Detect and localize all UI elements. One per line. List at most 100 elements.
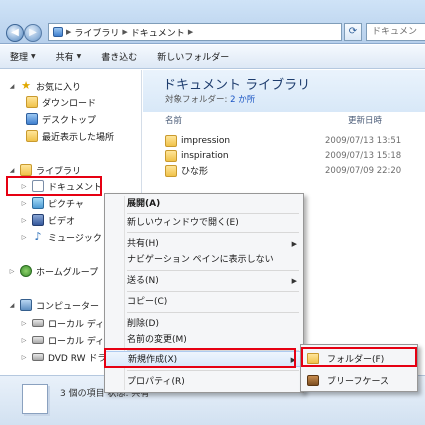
breadcrumb-libraries[interactable]: ライブラリ	[74, 26, 119, 39]
nav-desktop[interactable]: デスクトップ	[26, 111, 96, 127]
menu-send-to[interactable]: 送る(N) ▶	[105, 273, 303, 289]
collapsed-icon: ▷	[9, 267, 15, 275]
menu-share-label: 共有(H)	[127, 239, 159, 249]
collapsed-icon: ▷	[21, 319, 27, 327]
downloads-folder-icon	[26, 96, 38, 108]
menu-new[interactable]: 新規作成(X) ▶	[105, 351, 303, 367]
menu-rename[interactable]: 名前の変更(M)	[105, 332, 303, 348]
library-title: ドキュメント ライブラリ	[163, 78, 311, 93]
submenu-briefcase[interactable]: ブリーフケース	[301, 371, 417, 389]
pictures-icon	[32, 197, 44, 209]
share-button[interactable]: 共有 ▼	[46, 50, 92, 63]
nav-documents[interactable]: ▷ ドキュメント	[20, 178, 102, 194]
nav-pictures[interactable]: ▷ ピクチャ	[20, 195, 84, 211]
drive-icon	[32, 336, 44, 344]
column-header-date[interactable]: 更新日時	[348, 114, 382, 128]
libraries-icon	[20, 164, 32, 176]
back-arrow-icon: ◀	[11, 27, 19, 38]
nav-videos[interactable]: ▷ ビデオ	[20, 212, 75, 228]
nav-favorites[interactable]: ◢ ★ お気に入り	[8, 78, 81, 94]
star-icon: ★	[21, 79, 31, 92]
nav-label: デスクトップ	[42, 115, 97, 126]
nav-label: コンピューター	[36, 301, 100, 312]
nav-label: ダウンロード	[42, 98, 97, 109]
nav-libraries[interactable]: ◢ ライブラリ	[8, 162, 81, 178]
file-name-cell: inspiration	[165, 149, 325, 162]
menu-hide-nav[interactable]: ナビゲーション ペインに表示しない	[105, 252, 303, 268]
title-bar: ◀ ▶ ▶ ライブラリ ▶ ドキュメント ▶ ⟳ ドキュメン	[0, 0, 425, 44]
submenu-briefcase-label: ブリーフケース	[327, 376, 390, 387]
forward-arrow-icon: ▶	[29, 27, 37, 38]
column-header-name[interactable]: 名前	[165, 114, 182, 128]
desktop-icon	[26, 113, 38, 125]
nav-label: ピクチャ	[48, 199, 84, 210]
file-row[interactable]: ひな形 2009/07/09 22:20	[165, 163, 425, 178]
nav-dvd-drive[interactable]: ▷ DVD RW ドライ	[20, 349, 115, 365]
nav-downloads[interactable]: ダウンロード	[26, 94, 96, 110]
menu-open-new-window[interactable]: 新しいウィンドウで開く(E)	[105, 215, 303, 231]
collapsed-icon: ▷	[21, 233, 27, 241]
drive-icon	[32, 319, 44, 327]
menu-separator	[127, 312, 299, 313]
file-date: 2009/07/09 22:20	[325, 165, 402, 176]
nav-music[interactable]: ▷ ♪ ミュージック	[20, 229, 102, 245]
burn-button[interactable]: 書き込む	[91, 50, 147, 63]
new-folder-button[interactable]: 新しいフォルダー	[147, 50, 239, 63]
collapsed-icon: ▷	[21, 199, 27, 207]
menu-share[interactable]: 共有(H) ▶	[105, 236, 303, 252]
file-name-cell: ひな形	[165, 164, 325, 177]
recent-places-icon	[26, 130, 38, 142]
nav-label: ミュージック	[48, 233, 102, 244]
file-row[interactable]: impression 2009/07/13 13:51	[165, 133, 425, 148]
target-label: 対象フォルダー:	[165, 95, 231, 105]
chevron-right-icon: ▶	[187, 28, 194, 36]
file-name: ひな形	[181, 167, 209, 177]
menu-expand[interactable]: 展開(A)	[105, 196, 303, 212]
file-row[interactable]: inspiration 2009/07/13 15:18	[165, 148, 425, 163]
organize-button[interactable]: 整理 ▼	[0, 50, 46, 63]
submenu-folder[interactable]: フォルダー(F)	[301, 349, 417, 367]
collapsed-icon: ▷	[21, 182, 27, 190]
share-label: 共有	[55, 53, 74, 63]
menu-delete[interactable]: 削除(D)	[105, 316, 303, 332]
refresh-button[interactable]: ⟳	[344, 23, 362, 41]
expanded-icon: ◢	[9, 82, 15, 90]
menu-separator	[127, 232, 299, 233]
folder-icon	[165, 164, 177, 177]
submenu-arrow-icon: ▶	[290, 356, 296, 364]
menu-copy[interactable]: コピー(C)	[105, 294, 303, 310]
submenu-folder-label: フォルダー(F)	[327, 354, 385, 365]
nav-computer[interactable]: ◢ コンピューター	[8, 297, 99, 313]
chevron-right-icon: ▶	[122, 28, 128, 36]
menu-properties[interactable]: プロパティ(R)	[105, 374, 303, 390]
nav-recent[interactable]: 最近表示した場所	[26, 128, 114, 144]
file-date: 2009/07/13 15:18	[325, 150, 402, 161]
refresh-icon: ⟳	[348, 26, 358, 37]
breadcrumb-documents[interactable]: ドキュメント	[131, 26, 185, 39]
nav-homegroup[interactable]: ▷ ホームグループ	[8, 263, 98, 279]
library-target: 対象フォルダー: 2 か所	[165, 93, 255, 105]
target-locations-link[interactable]: 2 か所	[230, 95, 255, 105]
forward-button[interactable]: ▶	[24, 24, 42, 42]
chevron-down-icon: ▼	[31, 53, 36, 60]
back-button[interactable]: ◀	[6, 24, 24, 42]
address-bar[interactable]: ▶ ライブラリ ▶ ドキュメント ▶	[48, 23, 342, 41]
computer-icon	[20, 299, 32, 311]
briefcase-icon	[307, 374, 319, 386]
search-input[interactable]: ドキュメン	[366, 23, 425, 41]
folder-icon	[165, 149, 177, 162]
collapsed-icon: ▷	[21, 216, 27, 224]
nav-label: ビデオ	[48, 216, 76, 227]
music-note-icon: ♪	[34, 230, 42, 243]
homegroup-icon	[20, 265, 32, 277]
library-header: ドキュメント ライブラリ 対象フォルダー: 2 か所	[143, 70, 425, 112]
expanded-icon: ◢	[9, 301, 15, 309]
library-icon	[53, 27, 63, 37]
file-name: impression	[181, 135, 231, 146]
nav-label: ホームグループ	[36, 267, 99, 278]
command-bar: 整理 ▼ 共有 ▼ 書き込む 新しいフォルダー	[0, 45, 425, 69]
nav-label: お気に入り	[36, 82, 82, 93]
context-menu: 展開(A) 新しいウィンドウで開く(E) 共有(H) ▶ ナビゲーション ペインに…	[104, 193, 304, 393]
nav-label: ドキュメント	[48, 182, 103, 193]
menu-separator	[127, 291, 299, 292]
